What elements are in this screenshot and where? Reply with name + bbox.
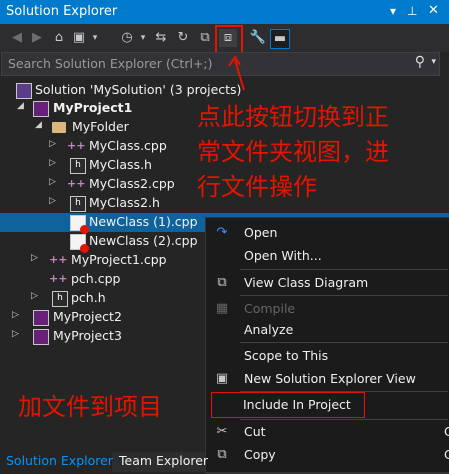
menu-label: View Class Diagram	[244, 275, 369, 290]
file-label: pch.h	[71, 290, 106, 305]
title-bar: Solution Explorer ▾ ⊥ ✕	[0, 0, 449, 24]
menu-item-new-view[interactable]: ▣ New Solution Explorer View	[206, 367, 449, 389]
copy-icon: ⧉	[217, 447, 227, 462]
expand-arrow-icon[interactable]: ◢	[17, 101, 27, 111]
tree-row-solution[interactable]: Solution 'MySolution' (3 projects)	[0, 81, 449, 100]
menu-label: Include In Project	[243, 397, 351, 412]
home-icon[interactable]: ⌂	[50, 29, 68, 47]
search-options-icon[interactable]: ▾	[431, 57, 436, 67]
scissors-icon: ✂	[216, 424, 228, 439]
folder-label: MyFolder	[72, 119, 129, 134]
window-title: Solution Explorer	[6, 4, 118, 19]
menu-shortcut: C	[444, 424, 449, 439]
menu-label: New Solution Explorer View	[244, 371, 416, 386]
cpp-file-icon: ++	[49, 253, 68, 266]
menu-label: Compile	[244, 301, 296, 316]
class-diagram-icon: ⧉	[217, 275, 227, 290]
expand-arrow-icon[interactable]: ◢	[35, 120, 45, 130]
solution-icon	[16, 83, 32, 99]
excluded-file-icon	[70, 234, 89, 253]
menu-item-open-with[interactable]: Open With...	[206, 244, 449, 266]
project-label: MyProject3	[53, 328, 122, 343]
file-label: MyClass.h	[89, 157, 152, 172]
cpp-file-icon: ++	[49, 272, 68, 285]
preview-icon[interactable]: ▬	[270, 29, 290, 49]
collapsed-arrow-icon[interactable]: ▷	[12, 329, 22, 339]
menu-separator	[240, 342, 448, 343]
tab-bar: Solution Explorer Team Explorer	[0, 452, 208, 472]
menu-item-compile: ▦ Compile	[206, 297, 449, 319]
menu-item-view-class-diagram[interactable]: ⧉ View Class Diagram	[206, 271, 449, 293]
file-label: MyClass.cpp	[89, 138, 167, 153]
collapsed-arrow-icon[interactable]: ▷	[31, 291, 41, 301]
header-file-icon: h	[70, 196, 86, 212]
forward-icon[interactable]: ▶	[28, 29, 46, 47]
search-icon[interactable]: ⚲	[415, 54, 425, 70]
menu-item-include-in-project[interactable]: Include In Project	[211, 392, 365, 418]
project-label: MyProject2	[53, 309, 122, 324]
annotation-toggle-line2: 常文件夹视图，进	[197, 138, 389, 166]
tab-team-explorer[interactable]: Team Explorer	[114, 452, 208, 472]
annotation-include: 加文件到项目	[18, 393, 162, 421]
menu-shortcut: C	[444, 447, 449, 462]
context-menu-lower: ✂ Cut C ⧉ Copy C	[205, 419, 449, 473]
dropdown-icon[interactable]: ▾	[390, 4, 396, 18]
properties-icon[interactable]: 🔧	[249, 29, 267, 47]
back-icon[interactable]: ◀	[8, 29, 26, 47]
collapse-all-icon[interactable]: ⧉	[196, 29, 214, 47]
annotation-arrow	[228, 55, 245, 91]
menu-separator	[240, 269, 448, 270]
file-label: NewClass (1).cpp	[89, 214, 198, 229]
collapsed-arrow-icon[interactable]: ▷	[49, 139, 59, 149]
annotation-toggle-line3: 行文件操作	[197, 173, 317, 201]
highlight-box-toolbar	[215, 25, 243, 54]
menu-label: Scope to This	[244, 348, 329, 363]
collapsed-arrow-icon[interactable]: ▷	[31, 253, 41, 263]
collapsed-arrow-icon[interactable]: ▷	[12, 310, 22, 320]
project-label: MyProject1	[53, 100, 133, 115]
menu-label: Analyze	[244, 322, 294, 337]
file-label: MyProject1.cpp	[71, 252, 167, 267]
header-file-icon: h	[52, 291, 68, 307]
collapsed-arrow-icon[interactable]: ▷	[49, 158, 59, 168]
menu-label: Copy	[244, 447, 276, 462]
annotation-toggle-line1: 点此按钮切换到正	[197, 103, 389, 131]
menu-item-analyze[interactable]: Analyze	[206, 318, 449, 340]
menu-label: Open With...	[244, 248, 322, 263]
cpp-file-icon: ++	[67, 139, 86, 152]
new-view-icon: ▣	[215, 371, 229, 386]
compile-icon: ▦	[215, 301, 229, 316]
sync-dropdown-icon[interactable]: ▾	[86, 29, 104, 47]
cpp-file-icon: ++	[67, 177, 86, 190]
pin-icon[interactable]: ⊥	[407, 4, 417, 18]
tab-solution-explorer[interactable]: Solution Explorer	[0, 452, 113, 472]
file-label: pch.cpp	[71, 271, 121, 286]
menu-item-scope-to-this[interactable]: Scope to This	[206, 344, 449, 366]
search-input[interactable]: Search Solution Explorer (Ctrl+;)	[8, 56, 213, 71]
header-file-icon: h	[70, 158, 86, 174]
search-box[interactable]: Search Solution Explorer (Ctrl+;) ⚲ ▾	[1, 52, 440, 76]
menu-label: Cut	[244, 424, 266, 439]
excluded-file-icon	[70, 215, 89, 234]
collapsed-arrow-icon[interactable]: ▷	[49, 177, 59, 187]
close-icon[interactable]: ✕	[428, 3, 439, 18]
project-icon	[33, 329, 49, 345]
menu-item-cut[interactable]: ✂ Cut C	[206, 420, 449, 442]
file-label: MyClass2.cpp	[89, 176, 175, 191]
menu-item-open[interactable]: ↷ Open	[206, 221, 449, 243]
open-icon: ↷	[216, 225, 228, 240]
pending-dropdown-icon[interactable]: ▾	[134, 29, 152, 47]
folder-icon	[52, 122, 66, 133]
solution-label: Solution 'MySolution' (3 projects)	[35, 82, 242, 97]
file-label: MyClass2.h	[89, 195, 160, 210]
menu-label: Open	[244, 225, 278, 240]
project-icon	[33, 310, 49, 326]
collapsed-arrow-icon[interactable]: ▷	[49, 196, 59, 206]
menu-separator	[240, 295, 448, 296]
file-label: NewClass (2).cpp	[89, 233, 198, 248]
swap-icon[interactable]: ⇆	[152, 29, 170, 47]
menu-item-copy[interactable]: ⧉ Copy C	[206, 443, 449, 465]
project-icon	[33, 101, 49, 117]
refresh-icon[interactable]: ↻	[174, 29, 192, 47]
